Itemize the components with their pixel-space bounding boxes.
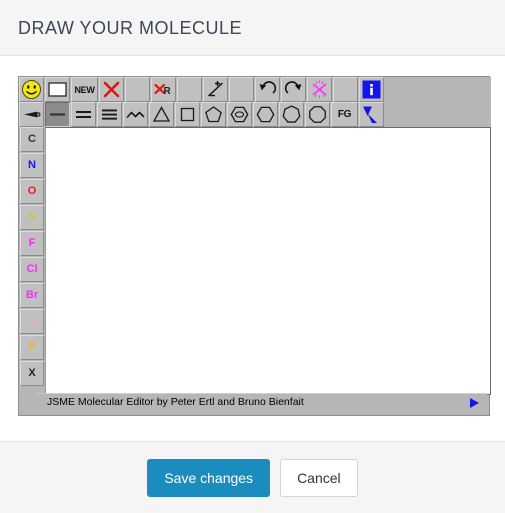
clean-button[interactable] [307, 77, 332, 102]
triangle-ring-icon [151, 104, 172, 125]
atom-button-x[interactable]: X [20, 361, 44, 386]
pentagon-ring-icon [203, 104, 224, 125]
atom-button-p[interactable]: P [20, 335, 44, 360]
new-button[interactable]: NEW [71, 77, 98, 102]
redo-arrow-icon [283, 79, 304, 100]
modal-header: DRAW YOUR MOLECULE [0, 0, 505, 56]
single-bond-icon [47, 104, 68, 125]
square-ring-icon [177, 104, 198, 125]
delete-button[interactable] [99, 77, 124, 102]
play-arrow-icon[interactable] [465, 397, 483, 409]
benzene-ring-icon [229, 104, 250, 125]
template-button[interactable] [359, 102, 384, 127]
double-bond-button[interactable] [71, 102, 96, 127]
red-x-icon [101, 79, 122, 100]
svg-text:R: R [164, 86, 172, 97]
single-bond-button[interactable] [45, 102, 70, 127]
redo-button[interactable] [281, 77, 306, 102]
info-icon [361, 79, 382, 100]
page-title: DRAW YOUR MOLECULE [18, 17, 243, 38]
modal-dialog: DRAW YOUR MOLECULE NEW R FG C N O S F Cl Br I P X … [0, 0, 505, 513]
atom-button-cl[interactable]: Cl [20, 257, 44, 282]
smiley-icon [21, 79, 42, 100]
blue-triangles-icon [361, 104, 382, 125]
heptagon-ring-icon [281, 104, 302, 125]
zigzag-chain-icon [125, 104, 146, 125]
red-x-r-icon: R [153, 79, 174, 100]
new-window-button[interactable] [45, 77, 70, 102]
jsme-molecular-editor[interactable]: NEW R FG C N O S F Cl Br I P X JSME Molecular Edit… [18, 76, 491, 416]
atom-button-br[interactable]: Br [20, 283, 44, 308]
atom-palette: C N O S F Cl Br I P X [19, 127, 45, 395]
triple-bond-icon [99, 104, 120, 125]
atom-button-s[interactable]: S [20, 205, 44, 230]
delete-group-button[interactable]: R [151, 77, 176, 102]
ring6-button[interactable] [253, 102, 278, 127]
toolbar-row-2: FG [19, 102, 491, 127]
ring7-button[interactable] [279, 102, 304, 127]
undo-button[interactable] [255, 77, 280, 102]
status-bar-text: JSME Molecular Editor by Peter Ertl and … [47, 396, 304, 409]
info-button[interactable] [359, 77, 384, 102]
atom-label: N [28, 159, 36, 171]
spacer-2 [177, 77, 202, 102]
atom-button-n[interactable]: N [20, 153, 44, 178]
new-text-icon: NEW [74, 84, 95, 95]
atom-label: X [28, 367, 36, 379]
spacer-4 [333, 77, 358, 102]
atom-label: P [28, 341, 36, 353]
atom-button-i[interactable]: I [20, 309, 44, 334]
cancel-button[interactable]: Cancel [280, 458, 358, 497]
atom-button-c[interactable]: C [20, 127, 44, 152]
ring8-button[interactable] [305, 102, 330, 127]
undo-arrow-icon [257, 79, 278, 100]
ring4-button[interactable] [175, 102, 200, 127]
ring3-button[interactable] [149, 102, 174, 127]
double-bond-icon [73, 104, 94, 125]
plus-minus-icon [205, 79, 226, 100]
atom-label: I [30, 315, 34, 327]
white-rect-icon [47, 79, 68, 100]
jsme-main-area: C N O S F Cl Br I P X [19, 127, 491, 395]
fg-text-icon: FG [337, 109, 352, 120]
benzene-button[interactable] [227, 102, 252, 127]
triple-bond-button[interactable] [97, 102, 122, 127]
save-button[interactable]: Save changes [147, 458, 271, 497]
jsme-status-bar: JSME Molecular Editor by Peter Ertl and … [37, 393, 487, 411]
wedge-bond-icon [21, 104, 42, 125]
atom-label: Br [25, 289, 39, 301]
toolbar-filler [385, 102, 491, 127]
magenta-star-icon [309, 79, 330, 100]
spacer-1 [125, 77, 150, 102]
atom-button-f[interactable]: F [20, 231, 44, 256]
stereo-bond-button[interactable] [19, 102, 44, 127]
toolbar-filler [385, 77, 491, 102]
atom-label: F [28, 237, 36, 249]
toolbar-row-1: NEW R [19, 77, 491, 102]
drawing-canvas[interactable] [45, 127, 491, 395]
atom-label: Cl [26, 263, 38, 275]
octagon-ring-icon [307, 104, 328, 125]
modal-body: NEW R FG C N O S F Cl Br I P X JSME Molecular Edit… [0, 56, 505, 441]
atom-label: C [28, 133, 36, 145]
jsme-toolbar: NEW R FG [19, 77, 491, 127]
atom-button-o[interactable]: O [20, 179, 44, 204]
atom-label: S [28, 211, 36, 223]
atom-label: O [27, 185, 37, 197]
functional-group-button[interactable]: FG [331, 102, 358, 127]
chain-button[interactable] [123, 102, 148, 127]
modal-footer: Save changes Cancel [0, 441, 505, 513]
charge-button[interactable] [203, 77, 228, 102]
hexagon-ring-icon [255, 104, 276, 125]
ring5-button[interactable] [201, 102, 226, 127]
smiley-button[interactable] [19, 77, 44, 102]
spacer-3 [229, 77, 254, 102]
